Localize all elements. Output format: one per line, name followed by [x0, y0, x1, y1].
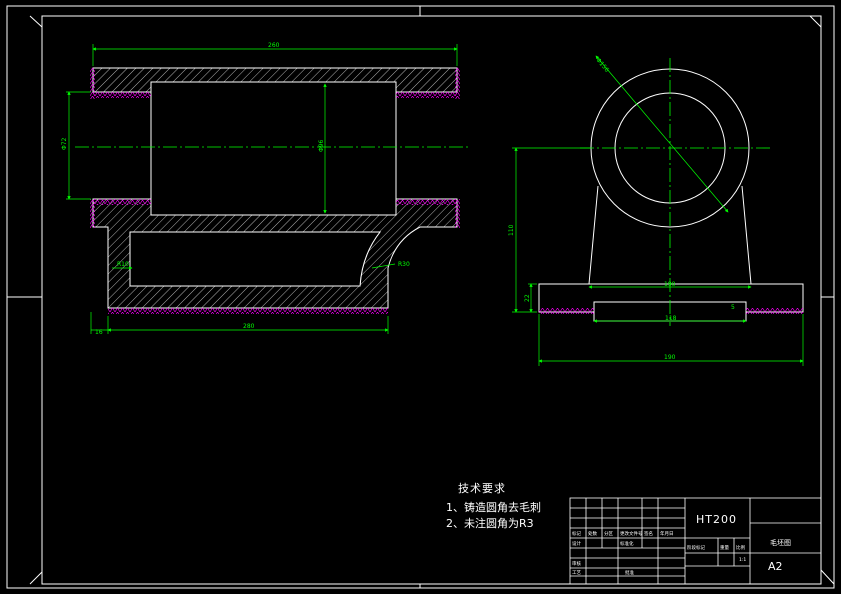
machined-surface: [93, 199, 151, 205]
support-left: [588, 185, 599, 285]
dim-inner-diameter: Φ96: [318, 139, 325, 152]
dim-overall-width: 190: [664, 354, 676, 361]
tb-label-design: 设计: [572, 540, 581, 547]
engineering-drawing: 260 Φ72 Φ96 280 16 R10 R30 Φ156 110 22 1…: [6, 5, 835, 589]
dim-base-height: 22: [524, 294, 531, 302]
lower-cavity: [129, 231, 382, 287]
dim-circle-diameter: Φ156: [594, 57, 610, 74]
machined-surface: [746, 308, 803, 314]
machined-surface: [396, 92, 457, 98]
tb-label-process: 工艺: [572, 570, 581, 576]
dim-fillet-right: R30: [398, 261, 410, 268]
tb-material: HT200: [696, 513, 737, 526]
machined-surface: [396, 199, 457, 205]
support-right: [741, 185, 752, 285]
tb-label-stage: 阶段标记: [687, 544, 705, 551]
tb-drawing-name: 毛坯图: [770, 539, 791, 547]
tb-sheet-size: A2: [768, 560, 783, 573]
tech-requirement-item: 1、铸造圆角去毛刺: [446, 501, 541, 514]
dim-bore-diameter: Φ72: [61, 137, 68, 150]
machined-surface: [93, 92, 151, 98]
dim-base-top-width: 190: [664, 281, 676, 288]
tb-label-change-doc: 更改文件号: [620, 530, 643, 537]
tb-label-marks: 标记: [572, 530, 581, 537]
tb-label-ratio: 比例: [736, 544, 745, 551]
front-section-view: 260 Φ72 Φ96 280 16 R10 R30: [61, 42, 470, 336]
tb-label-signature: 签名: [644, 530, 653, 537]
dim-slot-depth: 5: [731, 304, 735, 311]
machined-surface: [90, 68, 95, 99]
dim-base-length: 280: [243, 323, 255, 330]
dim-fillet-left: R10: [117, 261, 129, 268]
tb-label-date: 年月日: [660, 530, 674, 537]
dim-left-offset: 16: [95, 329, 103, 336]
machined-surface: [539, 308, 594, 314]
bore-outline: [150, 81, 397, 216]
dim-overall-length: 260: [268, 42, 280, 49]
dim-center-height: 110: [508, 224, 515, 236]
tb-label-zone: 分区: [604, 530, 613, 537]
side-view: Φ156 110 22 190 118 190 5: [508, 55, 804, 366]
tb-label-count: 处数: [588, 530, 597, 537]
machined-surface: [90, 199, 95, 228]
dim-slot-width: 118: [665, 315, 677, 322]
tb-label-weight: 重量: [720, 544, 729, 551]
tb-label-approve: 批准: [625, 569, 634, 576]
tb-scale: 1:1: [739, 557, 746, 563]
tech-requirements-title: 技术要求: [458, 482, 506, 495]
machined-surface: [455, 199, 460, 228]
tb-label-standard: 标准化: [620, 540, 634, 547]
tech-requirement-item: 2、未注圆角为R3: [446, 517, 534, 530]
tb-label-review: 审核: [572, 560, 581, 567]
machined-surface: [455, 68, 460, 99]
machined-surface: [108, 308, 388, 314]
